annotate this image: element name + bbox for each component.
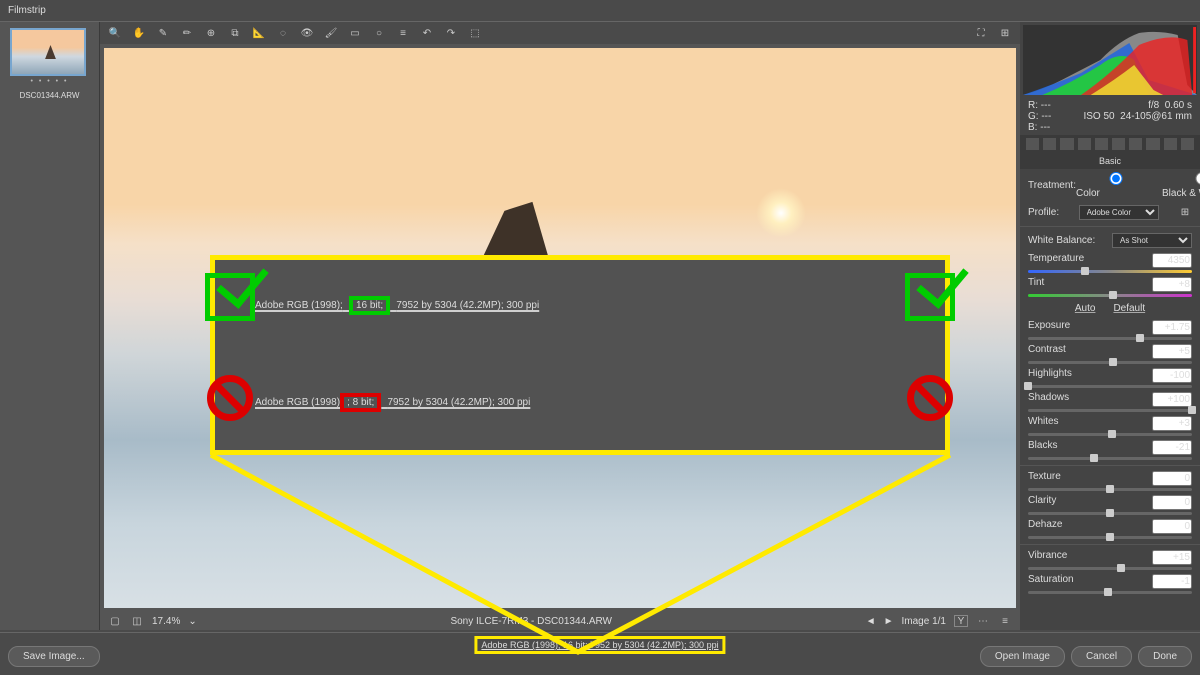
saturation-slider[interactable]: Saturation bbox=[1020, 572, 1200, 596]
radio-color[interactable]: Color bbox=[1076, 172, 1156, 199]
wb-row: White Balance: As Shot bbox=[1020, 230, 1200, 251]
radio-bw[interactable]: Black & White bbox=[1162, 172, 1200, 199]
ban-icon bbox=[907, 375, 953, 421]
tab-preset-icon[interactable] bbox=[1164, 138, 1177, 150]
grid-browse-icon[interactable]: ⊞ bbox=[1178, 206, 1192, 220]
clarity-slider[interactable]: Clarity bbox=[1020, 493, 1200, 517]
ban-icon bbox=[207, 375, 253, 421]
filmstrip-bar: Filmstrip bbox=[0, 0, 1200, 22]
compare2-icon[interactable]: ◫ bbox=[130, 614, 144, 628]
crop-icon[interactable]: ⧉ bbox=[228, 26, 242, 40]
tab-fx-icon[interactable] bbox=[1129, 138, 1142, 150]
eyedropper-color-icon[interactable]: ✏ bbox=[180, 26, 194, 40]
save-image-button[interactable]: Save Image... bbox=[8, 646, 100, 667]
histogram[interactable] bbox=[1023, 25, 1197, 95]
done-button[interactable]: Done bbox=[1138, 646, 1192, 667]
whites-slider[interactable]: Whites bbox=[1020, 414, 1200, 438]
target-icon[interactable]: ⊕ bbox=[204, 26, 218, 40]
right-panel: R: --- G: --- B: --- f/8 0.60 s ISO 50 2… bbox=[1020, 22, 1200, 630]
checkmark-icon bbox=[205, 273, 255, 321]
callout-line-bad: Adobe RGB (1998); 8 bit; 7952 by 5304 (4… bbox=[215, 375, 945, 422]
open-image-button[interactable]: Open Image bbox=[980, 646, 1065, 667]
mark-icon[interactable]: ⬚ bbox=[468, 26, 482, 40]
rotate-cw-icon[interactable]: ↷ bbox=[444, 26, 458, 40]
contrast-slider[interactable]: Contrast bbox=[1020, 342, 1200, 366]
rotate-ccw-icon[interactable]: ↶ bbox=[420, 26, 434, 40]
thumb-filename: DSC01344.ARW bbox=[10, 91, 90, 100]
thumb-dots: • • • • • bbox=[10, 78, 90, 85]
options-icon[interactable]: ⋯ bbox=[976, 614, 990, 628]
tab-snap-icon[interactable] bbox=[1181, 138, 1194, 150]
treatment-row: Treatment: Color Black & White bbox=[1020, 169, 1200, 202]
bit-depth-bad: ; 8 bit; bbox=[340, 393, 381, 412]
radial-icon[interactable]: ○ bbox=[372, 26, 386, 40]
temp-slider[interactable]: Temperature bbox=[1020, 251, 1200, 275]
thumbnail-image[interactable] bbox=[10, 28, 86, 76]
tab-curve-icon[interactable] bbox=[1043, 138, 1056, 150]
profile-select[interactable]: Adobe Color bbox=[1079, 205, 1159, 220]
vibrance-slider[interactable]: Vibrance bbox=[1020, 548, 1200, 572]
sun-decor bbox=[756, 188, 806, 238]
menu-icon[interactable]: ≡ bbox=[998, 614, 1012, 628]
highlights-slider[interactable]: Highlights bbox=[1020, 366, 1200, 390]
tab-split-icon[interactable] bbox=[1095, 138, 1108, 150]
grid-icon[interactable]: ⊞ bbox=[998, 26, 1012, 40]
zoom-level[interactable]: 17.4% bbox=[152, 616, 180, 627]
eyedropper-white-icon[interactable]: ✎ bbox=[156, 26, 170, 40]
tint-input[interactable] bbox=[1152, 277, 1192, 292]
fullscreen-toggle-icon[interactable]: ⛶ bbox=[974, 26, 988, 40]
shadows-slider[interactable]: Shadows bbox=[1020, 390, 1200, 414]
straighten-icon[interactable]: 📐 bbox=[252, 26, 266, 40]
panel-tabs bbox=[1020, 135, 1200, 153]
zoom-icon[interactable]: 🔍 bbox=[108, 26, 122, 40]
cancel-button[interactable]: Cancel bbox=[1071, 646, 1132, 667]
brush-icon[interactable]: 🖌 bbox=[324, 26, 338, 40]
tab-lens-icon[interactable] bbox=[1112, 138, 1125, 150]
bit-depth-good: 16 bit; bbox=[349, 296, 390, 315]
tab-basic-icon[interactable] bbox=[1026, 138, 1039, 150]
hand-icon[interactable]: ✋ bbox=[132, 26, 146, 40]
checkmark-icon[interactable]: Y bbox=[954, 615, 968, 627]
compare-icon[interactable]: ▢ bbox=[108, 614, 122, 628]
list-icon[interactable]: ≡ bbox=[396, 26, 410, 40]
temp-input[interactable] bbox=[1152, 253, 1192, 268]
wb-select[interactable]: As Shot bbox=[1112, 233, 1192, 248]
rgb-info: R: --- G: --- B: --- f/8 0.60 s ISO 50 2… bbox=[1020, 98, 1200, 135]
dehaze-slider[interactable]: Dehaze bbox=[1020, 517, 1200, 541]
annotation-callout: Adobe RGB (1998); 16 bit; 7952 by 5304 (… bbox=[210, 255, 950, 455]
tool-toolbar: 🔍 ✋ ✎ ✏ ⊕ ⧉ 📐 ◌ 👁 🖌 ▭ ○ ≡ ↶ ↷ ⬚ ⛶ ⊞ bbox=[100, 22, 1020, 44]
filmstrip-panel: • • • • • DSC01344.ARW bbox=[0, 22, 100, 630]
basic-title: Basic bbox=[1020, 153, 1200, 169]
default-link[interactable]: Default bbox=[1113, 303, 1145, 314]
exposure-slider[interactable]: Exposure bbox=[1020, 318, 1200, 342]
tab-detail-icon[interactable] bbox=[1060, 138, 1073, 150]
callout-line-good: Adobe RGB (1998); 16 bit; 7952 by 5304 (… bbox=[215, 278, 945, 325]
filmstrip-label: Filmstrip bbox=[8, 5, 46, 16]
blacks-slider[interactable]: Blacks bbox=[1020, 438, 1200, 462]
tab-calib-icon[interactable] bbox=[1146, 138, 1159, 150]
eye-icon[interactable]: 👁 bbox=[300, 26, 314, 40]
tab-hsl-icon[interactable] bbox=[1078, 138, 1091, 150]
chevron-down-icon[interactable]: ⌄ bbox=[188, 616, 196, 627]
callout-pointer bbox=[208, 452, 953, 662]
gradient-icon[interactable]: ▭ bbox=[348, 26, 362, 40]
auto-link[interactable]: Auto bbox=[1075, 303, 1096, 314]
thumbnail[interactable]: • • • • • DSC01344.ARW bbox=[10, 28, 90, 100]
checkmark-icon bbox=[905, 273, 955, 321]
spot-icon[interactable]: ◌ bbox=[276, 26, 290, 40]
texture-slider[interactable]: Texture bbox=[1020, 469, 1200, 493]
auto-default-links: Auto Default bbox=[1020, 299, 1200, 318]
profile-row: Profile: Adobe Color ⊞ bbox=[1020, 202, 1200, 223]
tint-slider[interactable]: Tint bbox=[1020, 275, 1200, 299]
